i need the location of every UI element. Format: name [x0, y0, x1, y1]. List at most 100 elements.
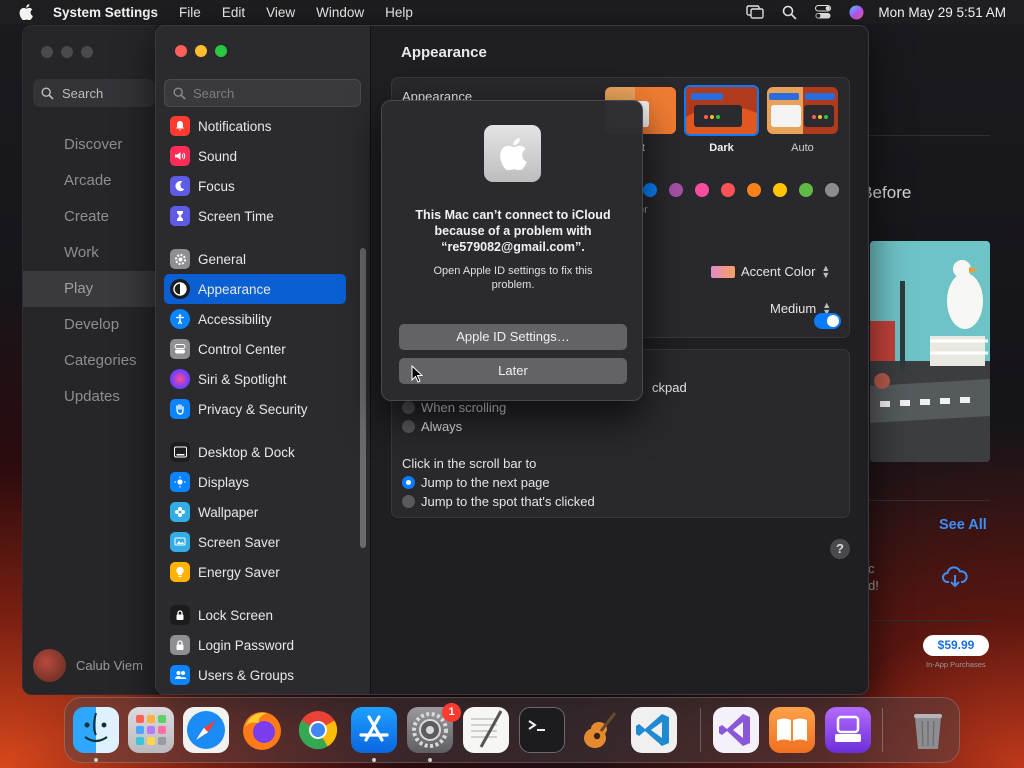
- bulb-icon: [170, 562, 190, 582]
- podcasts-like-icon[interactable]: [825, 707, 871, 753]
- app-store-account[interactable]: Calub Viem: [33, 649, 143, 682]
- sidebar-scrollbar[interactable]: [360, 248, 366, 548]
- zoom-button[interactable]: [215, 45, 227, 57]
- sidebar-item-label: Notifications: [198, 118, 272, 134]
- minimize-button-inactive[interactable]: [61, 46, 73, 58]
- accent-color-orange[interactable]: [747, 183, 761, 197]
- vscode-icon[interactable]: [631, 707, 677, 753]
- sidebar-item-label: Screen Time: [198, 208, 274, 224]
- chrome-icon[interactable]: [295, 707, 341, 753]
- menu-file[interactable]: File: [179, 5, 201, 20]
- menu-window[interactable]: Window: [316, 5, 364, 20]
- terminal-icon[interactable]: [519, 707, 565, 753]
- screen-mirroring-icon[interactable]: [746, 5, 765, 19]
- zoom-button-inactive[interactable]: [81, 46, 93, 58]
- accent-color-purple[interactable]: [669, 183, 683, 197]
- sidebar-item-desktop-dock[interactable]: Desktop & Dock: [164, 437, 346, 467]
- app-store-search-field[interactable]: Search: [33, 79, 155, 107]
- sidebar-item-control-center[interactable]: Control Center: [164, 334, 346, 364]
- see-all-link[interactable]: See All: [939, 517, 987, 533]
- garageband-icon[interactable]: [575, 707, 621, 753]
- store-nav-play[interactable]: Play: [23, 271, 155, 307]
- sidebar-item-siri-spotlight[interactable]: Siri & Spotlight: [164, 364, 346, 394]
- safari-icon[interactable]: [183, 707, 229, 753]
- accent-color-graphite[interactable]: [825, 183, 839, 197]
- divider: [868, 135, 990, 136]
- sidebar-item-label: Login Password: [198, 637, 295, 653]
- game-artwork[interactable]: [870, 241, 990, 462]
- sidebar-item-accessibility[interactable]: Accessibility: [164, 304, 346, 334]
- sidebar-item-displays[interactable]: Displays: [164, 467, 346, 497]
- finder-icon[interactable]: [73, 707, 119, 753]
- settings-search-input[interactable]: Search: [164, 79, 361, 107]
- minimize-button[interactable]: [195, 45, 207, 57]
- store-nav-create[interactable]: Create: [23, 199, 155, 235]
- accent-color-blue[interactable]: [643, 183, 657, 197]
- accent-color-red[interactable]: [721, 183, 735, 197]
- menu-help[interactable]: Help: [385, 5, 413, 20]
- apple-menu-icon[interactable]: [19, 4, 33, 20]
- later-button[interactable]: Later: [399, 358, 627, 384]
- sidebar-item-lock-screen[interactable]: Lock Screen: [164, 600, 346, 630]
- click-scroll-bar-label: Click in the scroll bar to: [402, 456, 537, 471]
- search-icon: [173, 86, 186, 100]
- sidebar-item-appearance[interactable]: Appearance: [164, 274, 346, 304]
- sidebar-item-wallpaper[interactable]: Wallpaper: [164, 497, 346, 527]
- accent-color-pink[interactable]: [695, 183, 709, 197]
- sidebar-item-notifications[interactable]: Notifications: [164, 111, 346, 141]
- scroll-when-scrolling-radio[interactable]: [402, 401, 415, 414]
- sidebar-item-privacy-security[interactable]: Privacy & Security: [164, 394, 346, 424]
- help-button[interactable]: ?: [830, 539, 850, 559]
- launchpad-icon[interactable]: [128, 707, 174, 753]
- price-button[interactable]: $59.99: [923, 635, 989, 656]
- store-nav-categories[interactable]: Categories: [23, 343, 155, 379]
- menubar-clock[interactable]: Mon May 29 5:51 AM: [878, 5, 1006, 20]
- sidebar-item-label: Displays: [198, 474, 250, 490]
- control-center-menu-icon[interactable]: [815, 5, 832, 19]
- appearance-dark-label: Dark: [709, 142, 734, 154]
- firefox-icon[interactable]: [239, 707, 285, 753]
- store-nav-work[interactable]: Work: [23, 235, 155, 271]
- store-nav-discover[interactable]: Discover: [23, 127, 155, 163]
- sidebar-item-general[interactable]: General: [164, 244, 346, 274]
- sidebar-item-sound[interactable]: Sound: [164, 141, 346, 171]
- sidebar-item-users-groups[interactable]: Users & Groups: [164, 660, 346, 690]
- textedit-icon[interactable]: [463, 707, 509, 753]
- sidebar-item-login-password[interactable]: Login Password: [164, 630, 346, 660]
- appearance-icon: [170, 279, 190, 299]
- menu-edit[interactable]: Edit: [222, 5, 245, 20]
- store-nav-develop[interactable]: Develop: [23, 307, 155, 343]
- siri-icon[interactable]: [849, 5, 864, 20]
- store-nav-arcade[interactable]: Arcade: [23, 163, 155, 199]
- sidebar-item-focus[interactable]: Focus: [164, 171, 346, 201]
- wallpaper-tinting-toggle[interactable]: [814, 313, 841, 329]
- dialog-message: Open Apple ID settings to fix this probl…: [433, 265, 593, 291]
- download-cloud-icon[interactable]: [942, 566, 968, 588]
- books-icon[interactable]: [769, 707, 815, 753]
- appearance-auto-option[interactable]: [767, 87, 838, 134]
- siri-icon: [170, 369, 190, 389]
- spotlight-search-icon[interactable]: [782, 5, 798, 20]
- sidebar-item-energy-saver[interactable]: Energy Saver: [164, 557, 346, 587]
- accent-color-yellow[interactable]: [773, 183, 787, 197]
- menu-view[interactable]: View: [266, 5, 295, 20]
- sidebar-item-screen-time[interactable]: Screen Time: [164, 201, 346, 231]
- sidebar-item-screen-saver[interactable]: Screen Saver: [164, 527, 346, 557]
- scroll-always-radio[interactable]: [402, 420, 415, 433]
- accent-color-green[interactable]: [799, 183, 813, 197]
- jump-next-page-radio[interactable]: [402, 476, 415, 489]
- store-nav-updates[interactable]: Updates: [23, 379, 155, 415]
- visual-studio-icon[interactable]: [713, 707, 759, 753]
- dock-icon: [170, 442, 190, 462]
- app-store-icon[interactable]: [351, 707, 397, 753]
- highlight-color-swatch: [711, 265, 735, 278]
- close-button-inactive[interactable]: [41, 46, 53, 58]
- trash-icon[interactable]: [905, 707, 951, 753]
- bell-icon: [170, 116, 190, 136]
- apple-id-settings-button[interactable]: Apple ID Settings…: [399, 324, 627, 350]
- appearance-dark-option[interactable]: [684, 85, 759, 136]
- app-menu-system-settings[interactable]: System Settings: [53, 5, 158, 20]
- close-button[interactable]: [175, 45, 187, 57]
- jump-spot-clicked-radio[interactable]: [402, 495, 415, 508]
- highlight-color-popup[interactable]: Accent Color ▲ ▼: [711, 263, 830, 279]
